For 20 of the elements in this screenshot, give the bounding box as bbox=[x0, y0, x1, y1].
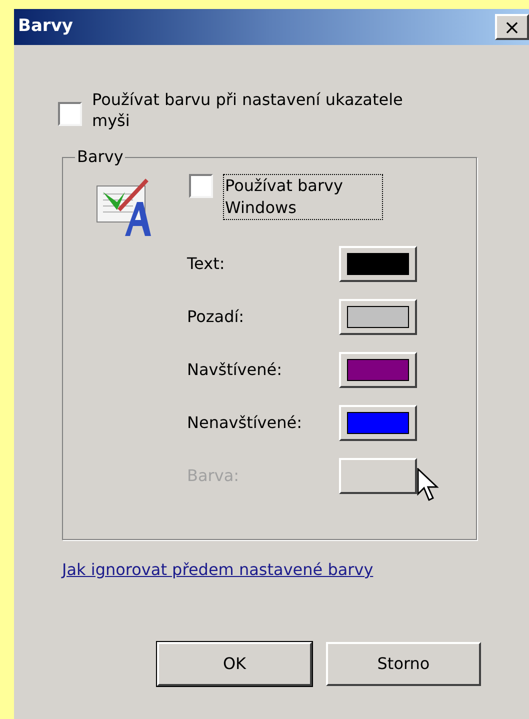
color-picker-button[interactable] bbox=[339, 352, 417, 388]
dialog-button[interactable]: Storno bbox=[326, 642, 481, 686]
close-button[interactable]: × bbox=[495, 14, 529, 40]
text-color-icon bbox=[95, 176, 151, 238]
dialog-button[interactable]: OK bbox=[157, 642, 312, 686]
color-label: Nenavštívené: bbox=[187, 412, 303, 434]
help-link[interactable]: Jak ignorovat předem nastavené barvy bbox=[62, 558, 529, 582]
window-title: Barvy bbox=[18, 15, 73, 38]
mouse-pointer-icon bbox=[417, 468, 439, 502]
color-label: Text: bbox=[187, 253, 226, 275]
color-label: Pozadí: bbox=[187, 306, 246, 328]
color-picker-button[interactable] bbox=[339, 405, 417, 441]
group-legend: Barvy bbox=[75, 147, 126, 167]
color-picker-button[interactable] bbox=[339, 246, 417, 282]
checkbox-label: Používat barvy Windows bbox=[223, 174, 383, 220]
checkbox[interactable] bbox=[189, 174, 213, 198]
color-label: Navštívené: bbox=[187, 359, 283, 381]
checkbox-label: Používat barvu při nastavení ukazatele myši bbox=[92, 89, 404, 131]
color-picker-button[interactable] bbox=[339, 299, 417, 335]
checkbox[interactable] bbox=[58, 102, 82, 126]
